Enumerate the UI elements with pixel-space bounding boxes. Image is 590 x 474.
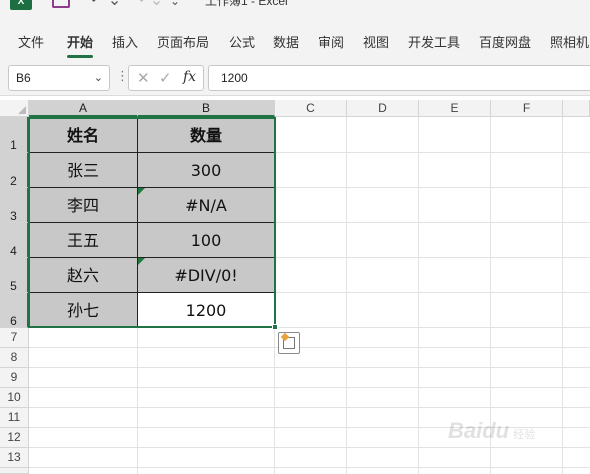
column-header-e[interactable]: E xyxy=(419,100,491,117)
cell-value: #N/A xyxy=(185,196,227,215)
table-header-quantity[interactable]: 数量 xyxy=(138,117,275,153)
tab-baidu-netdisk[interactable]: 百度网盘 xyxy=(479,32,531,51)
ribbon-tabs: 文件 开始 插入 页面布局 公式 数据 审阅 视图 开发工具 百度网盘 照相机 xyxy=(0,22,590,60)
active-tab-indicator xyxy=(67,55,93,58)
excel-logo-icon: X xyxy=(10,0,32,10)
table-cell-name[interactable]: 孙七 xyxy=(29,293,138,328)
tab-formulas[interactable]: 公式 xyxy=(229,32,255,51)
row-header-9[interactable]: 9 xyxy=(0,368,29,388)
column-header-d[interactable]: D xyxy=(347,100,419,117)
row-header-11[interactable]: 11 xyxy=(0,408,29,428)
row-header-14[interactable] xyxy=(0,468,29,474)
tab-insert[interactable]: 插入 xyxy=(112,32,138,51)
insert-function-icon[interactable]: fx xyxy=(183,69,196,85)
table-cell-name[interactable]: 李四 xyxy=(29,188,138,223)
quick-analysis-button[interactable] xyxy=(278,332,300,354)
redo-icon[interactable]: ↷ ⌄ xyxy=(132,0,163,9)
row-header-8[interactable]: 8 xyxy=(0,348,29,368)
row-header-13[interactable]: 13 xyxy=(0,448,29,468)
row-header-2[interactable]: 2 xyxy=(0,153,29,188)
cancel-icon[interactable]: ✕ xyxy=(137,69,150,87)
enter-icon[interactable]: ✓ xyxy=(159,69,172,87)
formula-buttons: ✕ ✓ fx xyxy=(128,65,204,91)
baidu-watermark-logo: Baidu 经验 xyxy=(448,418,535,444)
error-indicator-icon xyxy=(138,258,145,265)
formula-bar: B6 ⌄ ⋮ ✕ ✓ fx 1200 xyxy=(0,60,590,96)
column-header-c[interactable]: C xyxy=(275,100,347,117)
active-cell-b6[interactable]: 1200 xyxy=(138,293,275,328)
table-cell-name[interactable]: 张三 xyxy=(29,153,138,188)
column-header-a[interactable]: A xyxy=(29,100,138,117)
tab-developer[interactable]: 开发工具 xyxy=(408,32,460,51)
undo-icon[interactable]: ↶ ⌄ xyxy=(90,0,121,9)
tab-home[interactable]: 开始 xyxy=(67,32,93,51)
cell-value: #DIV/0! xyxy=(174,266,238,285)
row-header-3[interactable]: 3 xyxy=(0,188,29,223)
fill-handle[interactable] xyxy=(272,324,278,330)
column-header-f[interactable]: F xyxy=(491,100,563,117)
row-header-10[interactable]: 10 xyxy=(0,388,29,408)
watermark-text: Baidu xyxy=(448,418,510,443)
row-header-4[interactable]: 4 xyxy=(0,223,29,258)
table-cell-quantity[interactable]: 300 xyxy=(138,153,275,188)
tab-camera[interactable]: 照相机 xyxy=(550,32,589,51)
table-cell-quantity[interactable]: 100 xyxy=(138,223,275,258)
tab-page-layout[interactable]: 页面布局 xyxy=(157,32,209,51)
row-header-7[interactable]: 7 xyxy=(0,328,29,348)
save-icon[interactable] xyxy=(52,0,70,8)
row-header-1[interactable]: 1 xyxy=(0,117,29,153)
select-all-button[interactable] xyxy=(0,100,29,117)
title-bar: X ↶ ⌄ ↷ ⌄ ⌄ 工作簿1 - Excel xyxy=(0,0,590,22)
table-header-name[interactable]: 姓名 xyxy=(29,117,138,153)
chevron-down-icon[interactable]: ⌄ xyxy=(94,66,103,90)
name-box-value: B6 xyxy=(16,71,31,85)
row-header-12[interactable]: 12 xyxy=(0,428,29,448)
formula-input[interactable]: 1200 xyxy=(208,65,590,91)
document-title: 工作簿1 - Excel xyxy=(205,0,288,8)
name-box[interactable]: B6 ⌄ xyxy=(8,65,110,91)
tab-data[interactable]: 数据 xyxy=(273,32,299,51)
table-cell-quantity[interactable]: #DIV/0! xyxy=(138,258,275,293)
table-cell-name[interactable]: 王五 xyxy=(29,223,138,258)
tab-review[interactable]: 审阅 xyxy=(318,32,344,51)
customize-quick-access-button[interactable]: ⌄ xyxy=(170,0,180,8)
column-header-b[interactable]: B xyxy=(138,100,275,117)
table-cell-name[interactable]: 赵六 xyxy=(29,258,138,293)
row-header-5[interactable]: 5 xyxy=(0,258,29,293)
tab-view[interactable]: 视图 xyxy=(363,32,389,51)
tab-file[interactable]: 文件 xyxy=(18,32,44,51)
error-indicator-icon xyxy=(138,188,145,195)
row-header-6[interactable]: 6 xyxy=(0,293,29,328)
table-cell-quantity[interactable]: #N/A xyxy=(138,188,275,223)
column-header-g[interactable] xyxy=(563,100,590,117)
formula-bar-grip-icon[interactable]: ⋮ xyxy=(116,68,129,84)
watermark-subtext: 经验 xyxy=(513,429,536,441)
